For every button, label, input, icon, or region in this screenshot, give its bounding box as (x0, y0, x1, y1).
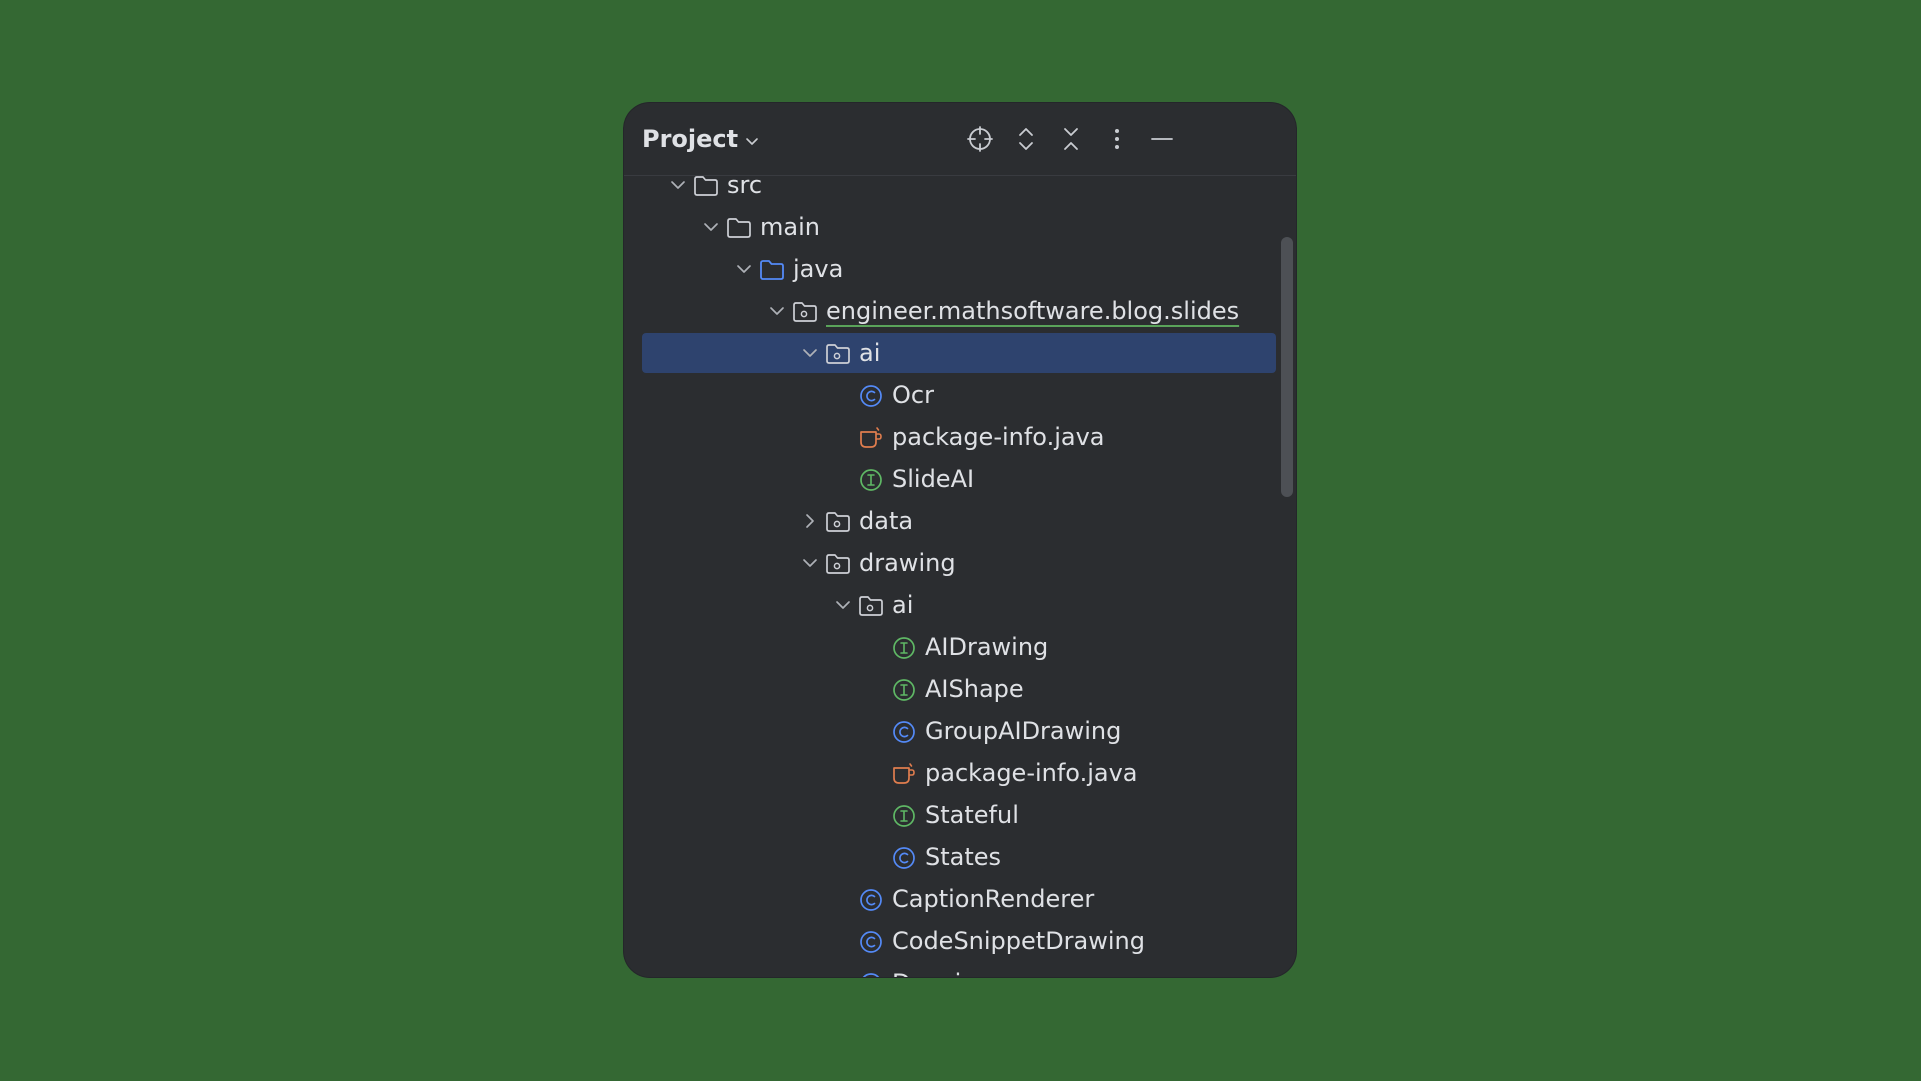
tree-node-groupaidrawing[interactable]: GroupAIDrawing (642, 711, 1276, 751)
tree-node-ocr[interactable]: Ocr (642, 375, 1276, 415)
tree-node-label: data (859, 507, 914, 535)
tree-node-label: ai (892, 591, 914, 619)
more-options-icon[interactable] (1102, 124, 1132, 154)
tree-node-package-info-java[interactable]: package-info.java (642, 753, 1276, 793)
java-file-icon (858, 425, 884, 451)
interface-icon (891, 677, 917, 703)
tree-node-aishape[interactable]: AIShape (642, 669, 1276, 709)
chevron-down-icon[interactable] (767, 301, 787, 321)
tree-node-drawing[interactable]: drawing (642, 543, 1276, 583)
tree-node-label: Drawing (892, 967, 992, 977)
tree-node-drawing[interactable]: Drawing (642, 963, 1276, 977)
tree-node-codesnippetdrawing[interactable]: CodeSnippetDrawing (642, 921, 1276, 961)
chevron-down-icon[interactable] (668, 175, 688, 195)
tree-node-label: Stateful (925, 801, 1019, 829)
tree-node-engineer-mathsoftware-blog-slides[interactable]: engineer.mathsoftware.blog.slides (642, 291, 1276, 331)
tree-node-label: java (793, 255, 844, 283)
tree-node-label: main (760, 213, 820, 241)
minimize-icon[interactable] (1147, 124, 1177, 154)
tree-node-label: Ocr (892, 381, 934, 409)
java-file-icon (891, 761, 917, 787)
tree-node-label: src (727, 171, 763, 199)
tree-node-label: ai (859, 339, 881, 367)
tree-node-label: CodeSnippetDrawing (892, 927, 1145, 955)
interface-icon (891, 635, 917, 661)
tree-node-label: package-info.java (925, 759, 1138, 787)
chevron-down-icon[interactable] (701, 217, 721, 237)
tree-node-main[interactable]: main (642, 207, 1276, 247)
package-icon (792, 299, 818, 325)
chevron-right-icon[interactable] (800, 511, 820, 531)
tree-node-states[interactable]: States (642, 837, 1276, 877)
vertical-scrollbar[interactable] (1281, 237, 1293, 497)
chevron-down-icon[interactable] (800, 343, 820, 363)
tree-node-package-info-java[interactable]: package-info.java (642, 417, 1276, 457)
tree-node-label: AIDrawing (925, 633, 1049, 661)
tree-node-java[interactable]: java (642, 249, 1276, 289)
tree-node-label: CaptionRenderer (892, 885, 1095, 913)
chevron-down-icon[interactable] (800, 553, 820, 573)
tree-node-label: GroupAIDrawing (925, 717, 1122, 745)
chevron-down-icon (744, 133, 760, 149)
tree-node-label: engineer.mathsoftware.blog.slides (826, 297, 1240, 325)
tree-node-ai[interactable]: ai (642, 585, 1276, 625)
tree-node-label: package-info.java (892, 423, 1105, 451)
class-icon (858, 971, 884, 977)
tree-node-stateful[interactable]: Stateful (642, 795, 1276, 835)
class-icon (891, 845, 917, 871)
tree-node-ai[interactable]: ai (642, 333, 1276, 373)
tree-node-aidrawing[interactable]: AIDrawing (642, 627, 1276, 667)
tree-node-label: States (925, 843, 1002, 871)
tool-window-title: Project (642, 125, 739, 153)
folder-icon (726, 215, 752, 241)
tree-node-slideai[interactable]: SlideAI (642, 459, 1276, 499)
package-icon (858, 593, 884, 619)
interface-icon (891, 803, 917, 829)
tree-node-captionrenderer[interactable]: CaptionRenderer (642, 879, 1276, 919)
class-icon (858, 383, 884, 409)
package-icon (825, 551, 851, 577)
class-icon (891, 719, 917, 745)
project-view-selector[interactable]: Project (642, 123, 760, 155)
package-icon (825, 341, 851, 367)
chevron-down-icon[interactable] (734, 259, 754, 279)
tree-node-label: drawing (859, 549, 956, 577)
collapse-all-icon[interactable] (1056, 124, 1086, 154)
tree-node-label: SlideAI (892, 465, 975, 493)
class-icon (858, 929, 884, 955)
package-icon (825, 509, 851, 535)
locate-icon[interactable] (965, 124, 995, 154)
chevron-down-icon[interactable] (833, 595, 853, 615)
interface-icon (858, 467, 884, 493)
project-tool-window: Project src main java engineer.mathsoftware… (624, 103, 1296, 977)
folder-icon (693, 173, 719, 199)
expand-all-icon[interactable] (1011, 124, 1041, 154)
class-icon (858, 887, 884, 913)
tree-node-src[interactable]: src (642, 165, 1276, 205)
tree-node-data[interactable]: data (642, 501, 1276, 541)
tree-node-label: AIShape (925, 675, 1024, 703)
project-tree: src main java engineer.mathsoftware.blog.sl… (624, 165, 1296, 977)
source-folder-icon (759, 257, 785, 283)
